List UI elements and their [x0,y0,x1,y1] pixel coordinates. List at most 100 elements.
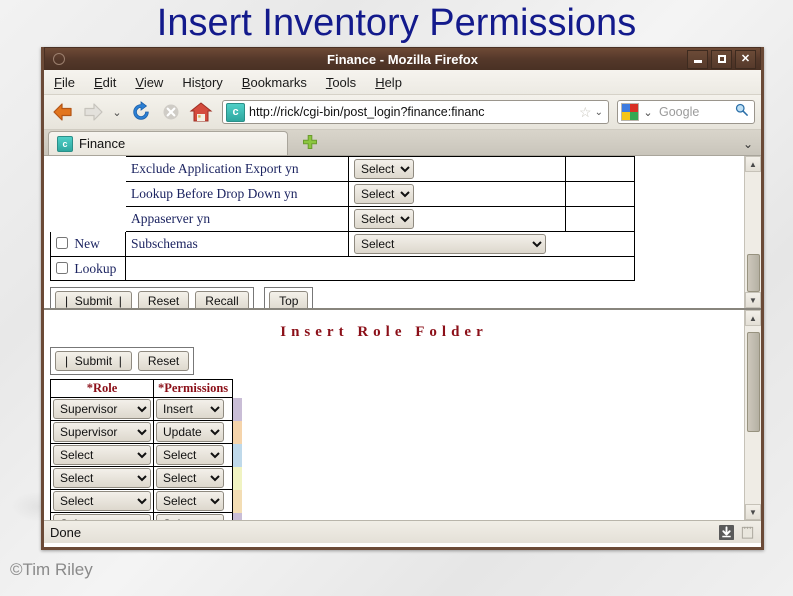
google-icon[interactable] [621,103,639,121]
role-folder-button-group: | Submit | Reset [50,347,195,375]
new-tab-button[interactable] [300,132,320,152]
tab-label: Finance [79,136,126,151]
permission-select[interactable]: Insert [156,399,224,419]
row-checkbox-cell [51,157,126,182]
table-row: Select Select [50,466,242,490]
permission-select[interactable]: Select [156,445,224,465]
menu-item-help[interactable]: Help [375,75,402,90]
row-color-strip [232,512,242,520]
role-select[interactable]: Select [53,445,151,465]
lookup-checkbox-cell: Lookup [50,256,126,281]
search-bar[interactable]: ⌄ Google [617,100,755,124]
minimize-button[interactable] [687,49,708,69]
top-button[interactable]: Top [269,291,309,308]
menu-item-view[interactable]: View [135,75,163,90]
scroll-down-icon[interactable]: ▼ [745,292,761,308]
row-color-strip [232,379,242,398]
role-select[interactable]: Supervisor [53,399,151,419]
lookup-before-drop-down-select[interactable]: Select [354,184,414,204]
new-checkbox[interactable] [56,237,68,249]
notes-icon[interactable] [740,525,755,540]
bookmark-star-icon[interactable]: ☆ [576,104,595,121]
permission-cell: Update [152,420,234,444]
tab-list-chevron-icon[interactable]: ⌄ [743,137,753,151]
role-cell: Select [50,512,154,520]
menu-item-bookmarks[interactable]: Bookmarks [242,75,307,90]
submit-button[interactable]: | Submit | [55,351,132,371]
reset-button[interactable]: Reset [137,291,190,308]
section-heading: Insert Role Folder [280,324,488,340]
exclude-application-export-select[interactable]: Select [354,159,414,179]
field-control-cell: Select [348,206,566,232]
row-checkbox-cell [51,182,126,207]
role-select[interactable]: Select [53,514,151,520]
permission-select[interactable]: Select [156,491,224,511]
url-dropdown-icon[interactable]: ⌄ [595,107,608,118]
url-input[interactable]: http://rick/cgi-bin/post_login?finance:f… [249,105,576,119]
lookup-checkbox[interactable] [56,261,68,274]
field-label: Exclude Application Export yn [125,156,349,182]
scroll-up-icon[interactable]: ▲ [745,156,761,172]
menu-item-tools[interactable]: Tools [326,75,356,90]
top-form-frame: Exclude Application Export yn Select Loo… [44,156,761,310]
role-select[interactable]: Select [53,468,151,488]
search-icon[interactable] [734,102,754,122]
home-icon[interactable] [188,99,214,125]
scroll-up-icon[interactable]: ▲ [745,310,761,326]
bottom-frame-scrollbar[interactable]: ▲ ▼ [744,310,761,520]
maximize-button[interactable] [711,49,732,69]
reload-icon[interactable] [128,99,154,125]
site-favicon-icon: c [226,102,245,122]
chevron-down-icon[interactable]: ⌄ [110,106,124,119]
scroll-down-icon[interactable]: ▼ [745,504,761,520]
role-select[interactable]: Select [53,491,151,511]
reset-button[interactable]: Reset [137,351,190,371]
subschemas-select[interactable]: Select [354,234,546,254]
row-color-strip [232,466,242,490]
permission-select[interactable]: Select [156,514,224,520]
permission-select[interactable]: Update [156,422,224,442]
close-icon[interactable]: ✕ [735,49,756,69]
back-icon[interactable] [50,99,76,125]
field-label: Subschemas [125,231,349,257]
search-input[interactable]: Google [655,105,734,119]
recall-button[interactable]: Recall [195,291,249,308]
window-titlebar: Finance - Mozilla Firefox ✕ [44,47,761,70]
submit-button[interactable]: | Submit | [55,291,132,308]
row-color-strip [232,420,242,444]
row-checkbox-cell [51,207,126,232]
search-engine-chevron-icon[interactable]: ⌄ [641,106,655,119]
table-row: Select Select [50,443,242,467]
top-form-secondary-button-group: Top [264,287,314,308]
status-text: Done [50,524,82,540]
tab-finance[interactable]: c Finance [48,131,288,155]
permission-select[interactable]: Select [156,468,224,488]
role-cell: Supervisor [50,397,154,421]
scrollbar-thumb[interactable] [747,254,760,292]
browser-window: Finance - Mozilla Firefox ✕ File Edit Vi… [41,47,764,550]
permission-cell: Select [152,489,234,513]
row-color-strip [232,489,242,513]
field-control-cell: Select [348,231,635,257]
new-checkbox-label: New [74,236,100,251]
menu-item-edit[interactable]: Edit [94,75,116,90]
top-form-inner: Exclude Application Export yn Select Loo… [44,156,744,308]
copyright-text: ©Tim Riley [10,560,93,579]
table-row: Select Select [50,489,242,513]
field-label: Appaserver yn [125,206,349,232]
url-bar[interactable]: c http://rick/cgi-bin/post_login?finance… [222,100,609,124]
appaserver-select[interactable]: Select [354,209,414,229]
menu-item-history[interactable]: History [182,75,222,90]
tab-favicon-icon: c [57,135,73,152]
permission-cell: Select [152,466,234,490]
role-select[interactable]: Supervisor [53,422,151,442]
scrollbar-thumb[interactable] [747,332,760,432]
role-folder-inner: Insert Role Folder | Submit | Reset *Rol… [44,310,744,520]
menu-item-file[interactable]: File [54,75,75,90]
download-icon[interactable] [719,524,734,540]
tab-bar: c Finance ⌄ [44,130,761,156]
window-title: Finance - Mozilla Firefox [327,51,478,67]
table-row: Lookup [50,256,635,281]
table-row: Appaserver yn Select [51,206,635,232]
top-frame-scrollbar[interactable]: ▲ ▼ [744,156,761,308]
